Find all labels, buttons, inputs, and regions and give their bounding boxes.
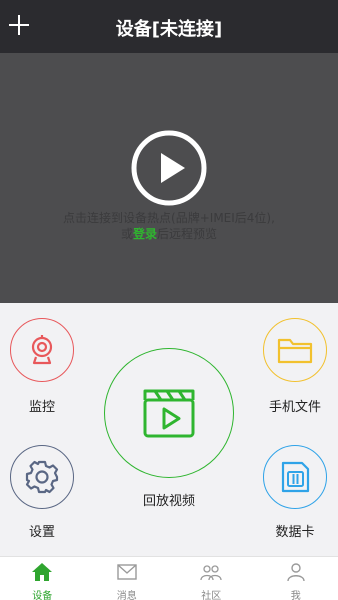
bottom-tab-bar: 设备 消息 社区 我 [0, 556, 338, 600]
people-icon [200, 565, 222, 581]
tab-messages-label: 消息 [116, 591, 137, 600]
login-link[interactable]: 登录 [133, 227, 157, 241]
tab-community-label: 社区 [201, 591, 222, 600]
files-button[interactable] [263, 318, 327, 382]
mail-icon [117, 564, 137, 580]
action-panel: 监控 手机文件 回放视频 设置 数据卡 [0, 303, 338, 556]
play-icon[interactable] [130, 129, 208, 207]
hint-prefix: 或 [120, 227, 133, 241]
tab-community[interactable]: 社区 [169, 557, 254, 600]
playback-button[interactable] [104, 348, 234, 478]
settings-button[interactable] [10, 445, 74, 509]
video-preview[interactable]: 点击连接到设备热点(品牌+IMEI后4位), 或登录后远程预览 [0, 53, 338, 303]
sim-card-icon [281, 461, 310, 493]
connect-hint-line1: 点击连接到设备热点(品牌+IMEI后4位), [63, 211, 275, 225]
page-title: 设备[未连接] [115, 19, 223, 40]
monitor-label: 监控 [28, 400, 55, 415]
monitor-button[interactable] [10, 318, 74, 382]
webcam-icon [31, 335, 53, 365]
files-label: 手机文件 [268, 400, 321, 415]
tab-devices-label: 设备 [32, 591, 53, 600]
home-icon [32, 563, 53, 581]
sim-card-button[interactable] [263, 445, 327, 509]
connect-hint-line2: 或登录后远程预览 [0, 226, 338, 242]
folder-icon [277, 338, 313, 364]
tab-me-label: 我 [290, 591, 301, 600]
person-icon [287, 563, 305, 582]
playback-label: 回放视频 [142, 494, 195, 509]
settings-label: 设置 [28, 525, 55, 540]
gear-icon [25, 460, 59, 494]
connect-hint: 点击连接到设备热点(品牌+IMEI后4位), 或登录后远程预览 [0, 210, 338, 242]
video-clip-icon [143, 389, 195, 438]
sim-card-label: 数据卡 [275, 525, 315, 540]
hint-suffix: 后远程预览 [157, 227, 218, 241]
tab-devices[interactable]: 设备 [0, 557, 85, 600]
tab-messages[interactable]: 消息 [85, 557, 170, 600]
tab-me[interactable]: 我 [254, 557, 338, 600]
top-bar: 设备[未连接] [0, 0, 338, 53]
